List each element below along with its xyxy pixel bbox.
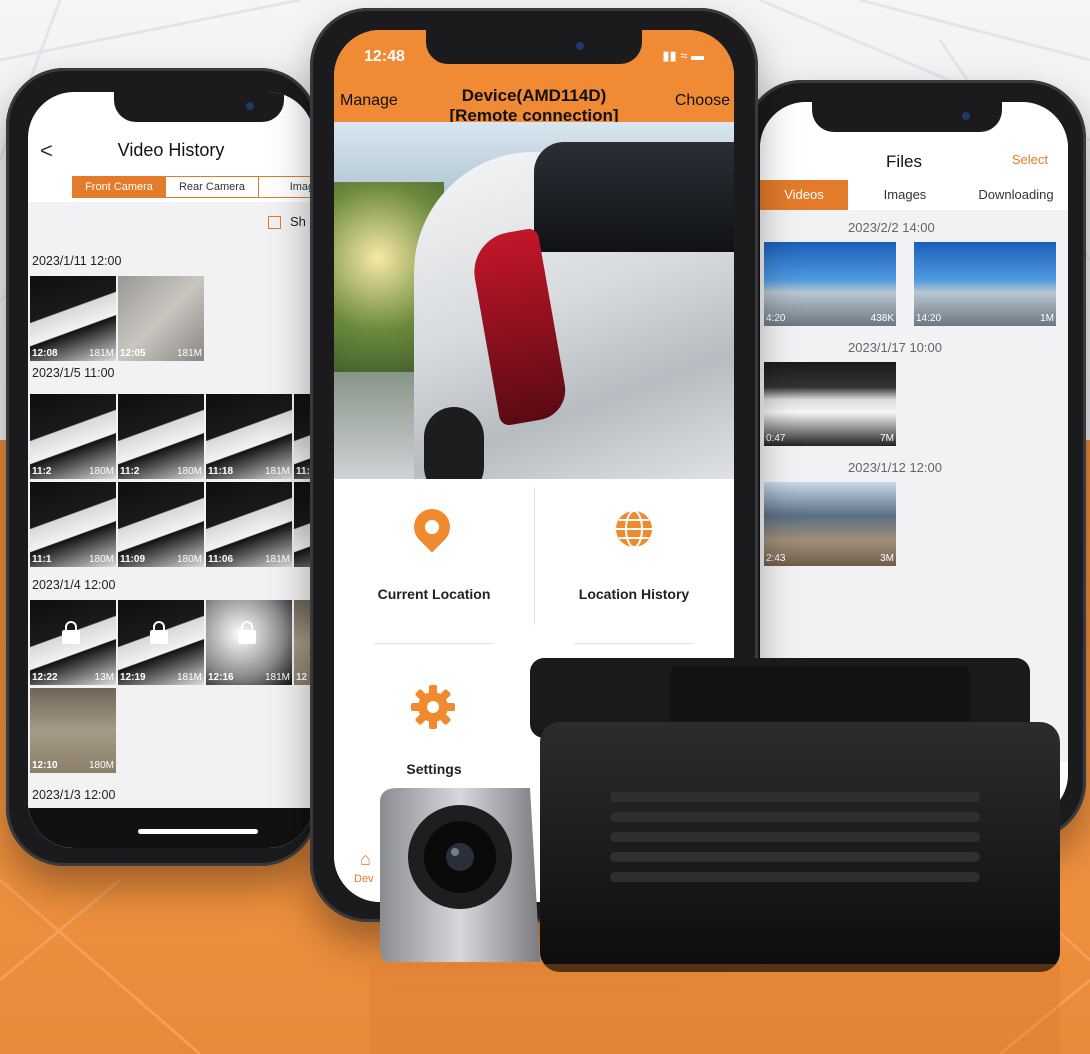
thumb-time: 12:22 (32, 672, 58, 683)
thumb-time: 12:08 (32, 348, 58, 359)
lock-icon (150, 621, 168, 644)
date-header: 2023/1/17 10:00 (848, 340, 942, 355)
thumb-time: 11: (296, 466, 310, 477)
thumb-time: 11:2 (120, 466, 140, 477)
date-header: 2023/1/11 12:00 (32, 254, 122, 268)
page-title: Files (886, 152, 922, 171)
thumb-size: 13M (94, 672, 114, 683)
thumb-size: 181M (264, 672, 290, 683)
video-thumbnail[interactable]: 11:06 181M (206, 482, 292, 567)
thumb-size: 181M (264, 554, 290, 565)
show-label: Sh (290, 214, 306, 229)
thumb-size: 3M (880, 553, 894, 564)
select-button[interactable]: Select (1012, 152, 1048, 167)
status-icons: ▮▮ ≈ ▬ (662, 48, 704, 63)
thumb-time: 14:20 (916, 313, 942, 324)
thumb-size: 180M (88, 760, 114, 771)
thumb-time: 11:18 (208, 466, 234, 477)
thumb-size: 180M (176, 554, 202, 565)
video-thumbnail[interactable]: 4:20 438K (764, 242, 896, 326)
file-tabs: Videos Images Downloading (760, 180, 1068, 210)
video-thumbnail[interactable]: 12:05 181M (118, 276, 204, 361)
thumb-size: 7M (880, 433, 894, 444)
header: 12:48 ▮▮ ≈ ▬ Manage Device(AMD114D) [Rem… (334, 30, 734, 125)
home-indicator (138, 829, 258, 834)
video-history-screen: < Video History Front Camera Rear Camera… (28, 92, 314, 848)
video-thumbnail[interactable]: 12:08 181M (30, 276, 116, 361)
date-header: 2023/1/3 12:00 (32, 788, 116, 802)
lock-icon (238, 621, 256, 644)
video-thumbnail[interactable]: 12:19 181M (118, 600, 204, 685)
video-thumbnail[interactable]: 11:09 180M (118, 482, 204, 567)
video-thumbnail[interactable]: 12:22 13M (30, 600, 116, 685)
camera-tabs: Front Camera Rear Camera Image (72, 176, 314, 198)
thumb-time: 4:20 (766, 313, 786, 324)
left-phone: < Video History Front Camera Rear Camera… (6, 68, 318, 866)
thumb-time: 2:43 (766, 553, 786, 564)
thumb-size: 181M (176, 672, 202, 683)
car-photo (334, 122, 734, 479)
date-header: 2023/1/5 11:00 (32, 366, 115, 380)
show-checkbox[interactable] (268, 216, 281, 229)
video-thumbnail[interactable]: 11:2 180M (30, 394, 116, 479)
video-row-partial (28, 808, 314, 848)
thumb-size: 180M (88, 466, 114, 477)
thumb-size: 181M (176, 348, 202, 359)
thumb-time: 11:2 (32, 466, 52, 477)
tab-rear-camera[interactable]: Rear Camera (166, 177, 259, 197)
thumb-size: 180M (176, 466, 202, 477)
video-thumbnail[interactable]: 2:43 3M (764, 482, 896, 566)
video-thumbnail[interactable]: 12:10 180M (30, 688, 116, 773)
globe-icon (616, 510, 652, 548)
video-thumbnail[interactable]: 11:1 180M (30, 482, 116, 567)
notch (426, 30, 642, 64)
thumb-time: 12 (296, 672, 308, 683)
notch (812, 102, 1002, 132)
thumb-size: 1M (1040, 313, 1054, 324)
tab-images[interactable]: Images (860, 180, 950, 210)
date-header: 2023/1/12 12:00 (848, 460, 942, 475)
status-time: 12:48 (364, 48, 405, 65)
tab-downloading[interactable]: Downloading (956, 180, 1068, 210)
thumb-time: 11:09 (120, 554, 146, 565)
video-thumbnail[interactable]: 0:47 7M (764, 362, 896, 446)
video-thumbnail[interactable]: 12:16 181M (206, 600, 292, 685)
location-pin-icon (406, 501, 458, 553)
date-header: 2023/2/2 14:00 (848, 220, 935, 235)
video-thumbnail[interactable]: 11:2 180M (118, 394, 204, 479)
video-thumbnail[interactable]: 14:20 1M (914, 242, 1056, 326)
choose-button[interactable]: Choose (675, 92, 730, 110)
thumb-size: 181M (88, 348, 114, 359)
thumb-time: 12:05 (120, 348, 146, 359)
tab-image[interactable]: Image (259, 177, 314, 197)
location-history-button[interactable]: Location History (554, 586, 714, 602)
video-thumbnail[interactable]: 11:18 181M (206, 394, 292, 479)
thumb-size: 438K (870, 313, 894, 324)
thumb-time: 11:06 (208, 554, 234, 565)
page-title: Video History (117, 140, 225, 160)
tab-front-camera[interactable]: Front Camera (73, 177, 166, 197)
thumb-time: 12:19 (120, 672, 146, 683)
video-list: Sh 2023/1/11 12:00 12:08 181M 12:05 181M… (28, 202, 314, 848)
dashcam-device (370, 658, 1060, 1054)
thumb-time: 12:10 (32, 760, 58, 771)
thumb-time: 12:16 (208, 672, 234, 683)
lock-icon (62, 621, 80, 644)
current-location-button[interactable]: Current Location (354, 586, 514, 602)
thumb-time: 11:1 (32, 554, 52, 565)
thumb-time: 0:47 (766, 433, 786, 444)
tab-videos[interactable]: Videos (760, 180, 848, 210)
thumb-size: 180M (88, 554, 114, 565)
notch (114, 92, 284, 122)
date-header: 2023/1/4 12:00 (32, 578, 116, 592)
thumb-size: 181M (264, 466, 290, 477)
